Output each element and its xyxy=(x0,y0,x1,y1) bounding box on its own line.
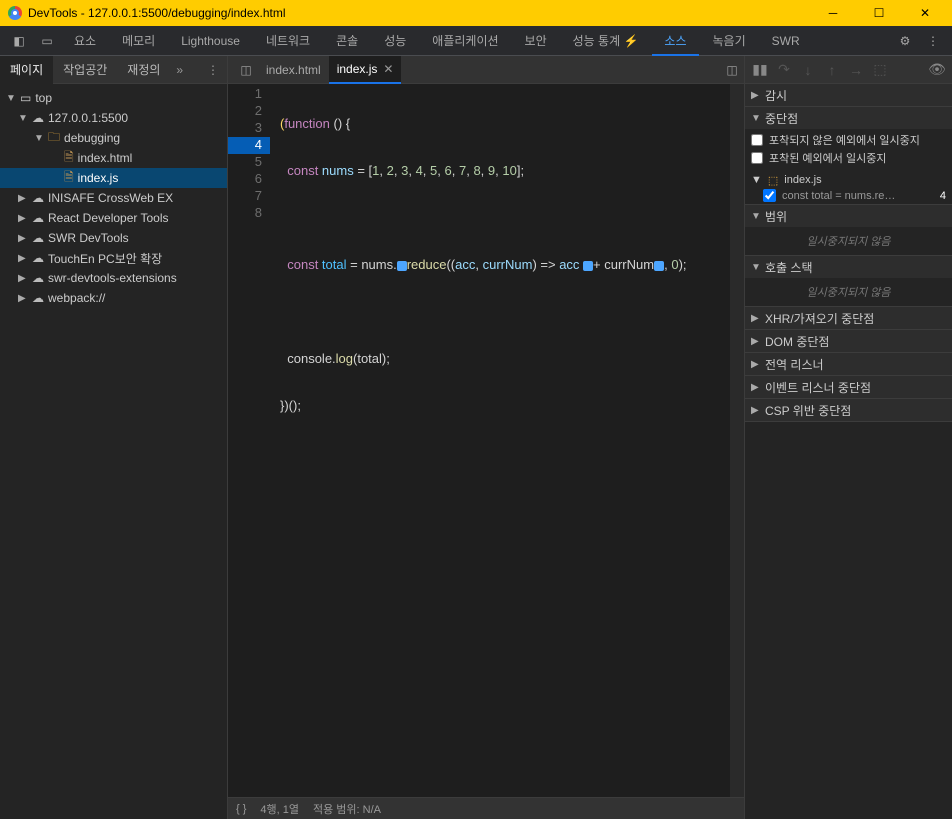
stepinto-button[interactable]: ↓ xyxy=(797,59,819,81)
breakpoints-section[interactable]: ▼중단점 xyxy=(745,107,952,129)
no-pause-icon[interactable]: 👁 xyxy=(926,59,948,81)
line-number-7[interactable]: 7 xyxy=(228,188,270,205)
toggle-navigator-icon[interactable]: ◫ xyxy=(234,58,258,82)
inspect-icon[interactable]: ◧ xyxy=(6,28,32,54)
caught-checkbox[interactable]: 포착된 예외에서 일시중지 xyxy=(751,149,946,167)
dom-section[interactable]: ▶DOM 중단점 xyxy=(745,330,952,352)
uncaught-checkbox[interactable]: 포착되지 않은 예외에서 일시중지 xyxy=(751,131,946,149)
left-more[interactable]: ⋮ xyxy=(199,63,227,77)
toggle-debugger-icon[interactable]: ◫ xyxy=(720,58,744,82)
titlebar: DevTools - 127.0.0.1:5500/debugging/inde… xyxy=(0,0,952,26)
line-number-8[interactable]: 8 xyxy=(228,205,270,222)
line-number-5[interactable]: 5 xyxy=(228,154,270,171)
xhr-section[interactable]: ▶XHR/가져오기 중단점 xyxy=(745,307,952,329)
line-number-1[interactable]: 1 xyxy=(228,86,270,103)
tree-folder[interactable]: ▼🗀debugging xyxy=(0,128,227,148)
menu-9[interactable]: 소스 xyxy=(652,26,698,56)
maximize-button[interactable]: ☐ xyxy=(856,0,902,26)
tree-ext-5[interactable]: ▶☁webpack:// xyxy=(0,288,227,308)
line-number-6[interactable]: 6 xyxy=(228,171,270,188)
settings-icon[interactable]: ⚙ xyxy=(892,28,918,54)
step-button[interactable]: → xyxy=(845,59,867,81)
close-button[interactable]: ✕ xyxy=(902,0,948,26)
overflow-chevron[interactable]: » xyxy=(170,63,189,77)
tree-ext-1[interactable]: ▶☁React Developer Tools xyxy=(0,208,227,228)
menu-10[interactable]: 녹음기 xyxy=(701,26,758,56)
more-icon[interactable]: ⋮ xyxy=(920,28,946,54)
bp-item[interactable]: const total = nums.re…4 xyxy=(751,189,946,202)
braces-icon[interactable]: { } xyxy=(236,803,246,815)
stepover-button[interactable]: ↷ xyxy=(773,59,795,81)
tree-ext-4[interactable]: ▶☁swr-devtools-extensions xyxy=(0,268,227,288)
menu-7[interactable]: 보안 xyxy=(513,26,559,56)
deactivate-bp-button[interactable]: ⬚ xyxy=(869,59,891,81)
watch-section[interactable]: ▶감시 xyxy=(745,84,952,106)
device-icon[interactable]: ▭ xyxy=(34,28,60,54)
left-tab-1[interactable]: 작업공간 xyxy=(53,56,117,84)
menu-1[interactable]: 메모리 xyxy=(110,26,167,56)
cursor-position: 4행, 1열 xyxy=(260,801,299,817)
title-text: DevTools - 127.0.0.1:5500/debugging/inde… xyxy=(28,6,286,20)
code-editor[interactable]: 12345678 (function () { const nums = [1,… xyxy=(228,84,744,797)
window-title: DevTools - 127.0.0.1:5500/debugging/inde… xyxy=(4,6,810,20)
menu-11[interactable]: SWR xyxy=(760,26,812,56)
editor-pane: ◫ index.html index.js✕ ◫ 12345678 (funct… xyxy=(228,56,744,819)
menu-5[interactable]: 성능 xyxy=(372,26,418,56)
scope-section[interactable]: ▼범위 xyxy=(745,205,952,227)
line-number-3[interactable]: 3 xyxy=(228,120,270,137)
tree-ext-2[interactable]: ▶☁SWR DevTools xyxy=(0,228,227,248)
tree-ext-3[interactable]: ▶☁TouchEn PC보안 확장 xyxy=(0,248,227,268)
global-section[interactable]: ▶전역 리스너 xyxy=(745,353,952,375)
callstack-empty: 일시중지되지 않음 xyxy=(751,280,946,304)
menu-4[interactable]: 콘솔 xyxy=(324,26,370,56)
tree-top[interactable]: ▼▭top xyxy=(0,88,227,108)
tree-file-html[interactable]: 🗎index.html xyxy=(0,148,227,168)
navigator-pane: 페이지작업공간재정의 » ⋮ ▼▭top ▼☁127.0.0.1:5500 ▼🗀… xyxy=(0,56,228,819)
minimize-button[interactable]: ─ xyxy=(810,0,856,26)
coverage-status: 적용 범위: N/A xyxy=(313,801,381,817)
main-menu: ◧ ▭ 요소메모리Lighthouse네트워크콘솔성능애플리케이션보안성능 통계… xyxy=(0,26,952,56)
event-section[interactable]: ▶이벤트 리스너 중단점 xyxy=(745,376,952,398)
menu-3[interactable]: 네트워크 xyxy=(254,26,322,56)
menu-0[interactable]: 요소 xyxy=(62,26,108,56)
stepout-button[interactable]: ↑ xyxy=(821,59,843,81)
status-bar: { } 4행, 1열 적용 범위: N/A xyxy=(228,797,744,819)
tab-index-js[interactable]: index.js✕ xyxy=(329,56,402,84)
tree-file-js[interactable]: 🗎index.js xyxy=(0,168,227,188)
editor-scrollbar[interactable] xyxy=(730,84,744,797)
line-number-2[interactable]: 2 xyxy=(228,103,270,120)
pause-button[interactable]: ▮▮ xyxy=(749,59,771,81)
chrome-icon xyxy=(8,6,22,20)
bp-file-row[interactable]: ▼⬚index.js xyxy=(751,171,946,189)
tab-index-html[interactable]: index.html xyxy=(258,56,329,84)
callstack-section[interactable]: ▼호출 스택 xyxy=(745,256,952,278)
tree-host[interactable]: ▼☁127.0.0.1:5500 xyxy=(0,108,227,128)
menu-2[interactable]: Lighthouse xyxy=(169,26,252,56)
debugger-pane: ▮▮ ↷ ↓ ↑ → ⬚ 👁 ▶감시 ▼중단점 포착되지 않은 예외에서 일시중… xyxy=(744,56,952,819)
file-tree: ▼▭top ▼☁127.0.0.1:5500 ▼🗀debugging 🗎inde… xyxy=(0,84,227,312)
menu-8[interactable]: 성능 통계 ⚡ xyxy=(561,26,651,56)
csp-section[interactable]: ▶CSP 위반 중단점 xyxy=(745,399,952,421)
left-tab-2[interactable]: 재정의 xyxy=(117,56,170,84)
left-tab-0[interactable]: 페이지 xyxy=(0,56,53,84)
close-tab-icon[interactable]: ✕ xyxy=(383,62,393,76)
line-number-4[interactable]: 4 xyxy=(228,137,270,154)
scope-empty: 일시중지되지 않음 xyxy=(751,229,946,253)
menu-6[interactable]: 애플리케이션 xyxy=(420,26,510,56)
tree-ext-0[interactable]: ▶☁INISAFE CrossWeb EX xyxy=(0,188,227,208)
